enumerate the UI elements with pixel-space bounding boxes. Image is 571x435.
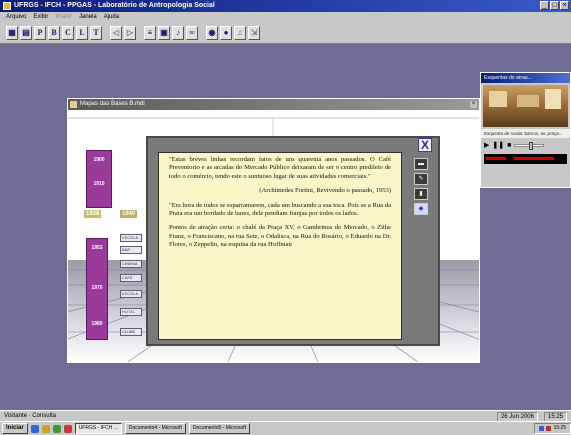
map-icon[interactable]: ▤ bbox=[20, 25, 32, 40]
scene-sign[interactable]: ESCOLA bbox=[120, 234, 142, 242]
start-button[interactable]: Iniciar bbox=[2, 423, 28, 434]
window-controls: _ □ × bbox=[540, 1, 569, 10]
status-user: Visitante · Consulta bbox=[4, 413, 56, 419]
taskbar: Iniciar UFRGS - IFCH ... Documento4 - Mi… bbox=[0, 421, 571, 435]
player-caption: Esquenta de ronda: barcos, av. praça... bbox=[481, 129, 570, 138]
player-controls: ▶ ❚❚ ■ bbox=[481, 138, 570, 152]
task-documento4[interactable]: Documento4 - Microsoft bbox=[124, 423, 186, 434]
task-documento5[interactable]: Documento5 - Microsoft bbox=[188, 423, 251, 434]
app-icon bbox=[3, 2, 11, 10]
network-icon[interactable] bbox=[539, 426, 545, 431]
volume-slider[interactable] bbox=[514, 141, 545, 150]
menu-item-janela[interactable]: Janela bbox=[79, 12, 97, 22]
menu-item-arquivo[interactable]: Arquivo bbox=[6, 12, 26, 22]
popup-side-tools: ▬ ✎ ▮ ◆ bbox=[414, 158, 428, 215]
camera-icon[interactable]: ◉ bbox=[206, 25, 218, 40]
toolbar-button-b[interactable]: B bbox=[48, 25, 60, 40]
sound-icon[interactable]: ♪ bbox=[172, 25, 184, 40]
toolbar-button-l[interactable]: L bbox=[76, 25, 88, 40]
edit-tool-button[interactable]: ✎ bbox=[414, 173, 428, 185]
desktop-icon[interactable] bbox=[52, 424, 61, 433]
play-icon[interactable]: ▶ bbox=[484, 141, 489, 149]
desktop-screen: UFRGS - IFCH - PPGAS - Laboratório de An… bbox=[0, 0, 571, 435]
grid-icon[interactable]: ▦ bbox=[6, 25, 18, 40]
paragraph-body: Pontos de atração certa: o chalé da Praç… bbox=[169, 224, 391, 249]
close-popup-button[interactable]: X bbox=[418, 138, 432, 152]
stop-icon[interactable]: ■ bbox=[507, 142, 511, 149]
tray-clock: 15:25 bbox=[553, 425, 566, 431]
menu-item-inserir[interactable]: Inserir bbox=[55, 12, 72, 22]
slider-knob[interactable] bbox=[529, 141, 534, 150]
close-icon[interactable]: × bbox=[560, 1, 569, 10]
player-progress[interactable] bbox=[484, 154, 567, 164]
pause-icon[interactable]: ❚❚ bbox=[492, 141, 504, 149]
media-icon[interactable] bbox=[63, 424, 72, 433]
scene-sign[interactable]: BAR bbox=[120, 246, 142, 254]
task-ufrgs[interactable]: UFRGS - IFCH ... bbox=[74, 423, 122, 434]
menubar: Arquivo Exibir Inserir Janela Ajuda bbox=[0, 12, 571, 22]
system-tray: 15:25 bbox=[534, 423, 571, 434]
text-popup: X "Estas breves linhas recordam fatos de… bbox=[146, 136, 440, 346]
app-titlebar: UFRGS - IFCH - PPGAS - Laboratório de An… bbox=[0, 0, 571, 12]
layers-icon[interactable]: ≡ bbox=[144, 25, 156, 40]
nav-tool-button[interactable]: ◆ bbox=[414, 203, 428, 215]
nav-right-icon[interactable]: ▷ bbox=[124, 25, 136, 40]
pillar-1900[interactable]: 1900 1910 bbox=[86, 150, 112, 208]
paragraph-quote-2: "Era hora de todos se esparramarem, cada… bbox=[169, 201, 391, 218]
globe-icon[interactable]: ● bbox=[220, 25, 232, 40]
paragraph-quote: "Estas breves linhas recordam fatos de u… bbox=[169, 156, 391, 180]
toolbar-button-p[interactable]: P bbox=[34, 25, 46, 40]
minimize-icon[interactable]: _ bbox=[540, 1, 549, 10]
menu-item-exibir[interactable]: Exibir bbox=[33, 12, 48, 22]
citation: (Archimedes Fortini, Revivendo o passado… bbox=[259, 187, 391, 195]
year-tag-1928[interactable]: 1928 bbox=[84, 210, 102, 218]
toolbar-button-c[interactable]: C bbox=[62, 25, 74, 40]
toolbar-button-t[interactable]: T bbox=[90, 25, 102, 40]
image-window-title: Mapas das Bases B.mdl bbox=[80, 101, 145, 107]
media-player: Esquentas do arrau... Esquenta de ronda:… bbox=[480, 72, 571, 188]
statusbar: Visitante · Consulta 26 Jun 2006 15:25 bbox=[0, 410, 571, 423]
scene-sign[interactable]: CINEMA bbox=[120, 260, 142, 268]
player-title[interactable]: Esquentas do arrau... bbox=[481, 73, 570, 83]
app-title: UFRGS - IFCH - PPGAS - Laboratório de An… bbox=[14, 2, 215, 9]
nav-left-icon[interactable]: ◁ bbox=[110, 25, 122, 40]
image-icon[interactable]: ▣ bbox=[158, 25, 170, 40]
exit-icon[interactable]: ⇲ bbox=[248, 25, 260, 40]
maximize-icon[interactable]: □ bbox=[550, 1, 559, 10]
toolbar: ▦ ▤ P B C L T ◁ ▷ ≡ ▣ ♪ ∞ ◉ ● ♫ ⇲ bbox=[0, 22, 571, 44]
image-window-titlebar[interactable]: Mapas das Bases B.mdl × bbox=[68, 99, 479, 110]
antivirus-icon[interactable] bbox=[546, 426, 552, 431]
hide-tool-button[interactable]: ▬ bbox=[414, 158, 428, 170]
scene-sign[interactable]: CLUBE bbox=[120, 328, 142, 336]
ie-icon[interactable] bbox=[30, 424, 39, 433]
pillar-timeline[interactable]: 1953 1970 1980 bbox=[86, 238, 108, 340]
year-tag-1940[interactable]: 1940 bbox=[120, 210, 138, 218]
scene-sign[interactable]: ESCOLA bbox=[120, 290, 142, 298]
text-panel[interactable]: "Estas breves linhas recordam fatos de u… bbox=[158, 152, 402, 340]
note-icon[interactable]: ♫ bbox=[234, 25, 246, 40]
close-icon[interactable]: × bbox=[470, 101, 477, 108]
scene-sign[interactable]: CAFÉ bbox=[120, 274, 142, 282]
scene-sign[interactable]: HOTEL bbox=[120, 308, 142, 316]
link-icon[interactable]: ∞ bbox=[186, 25, 198, 40]
menu-item-ajuda[interactable]: Ajuda bbox=[104, 12, 119, 22]
window-icon bbox=[70, 101, 77, 108]
page-tool-button[interactable]: ▮ bbox=[414, 188, 428, 200]
player-video[interactable] bbox=[483, 85, 568, 127]
folder-icon[interactable] bbox=[41, 424, 50, 433]
